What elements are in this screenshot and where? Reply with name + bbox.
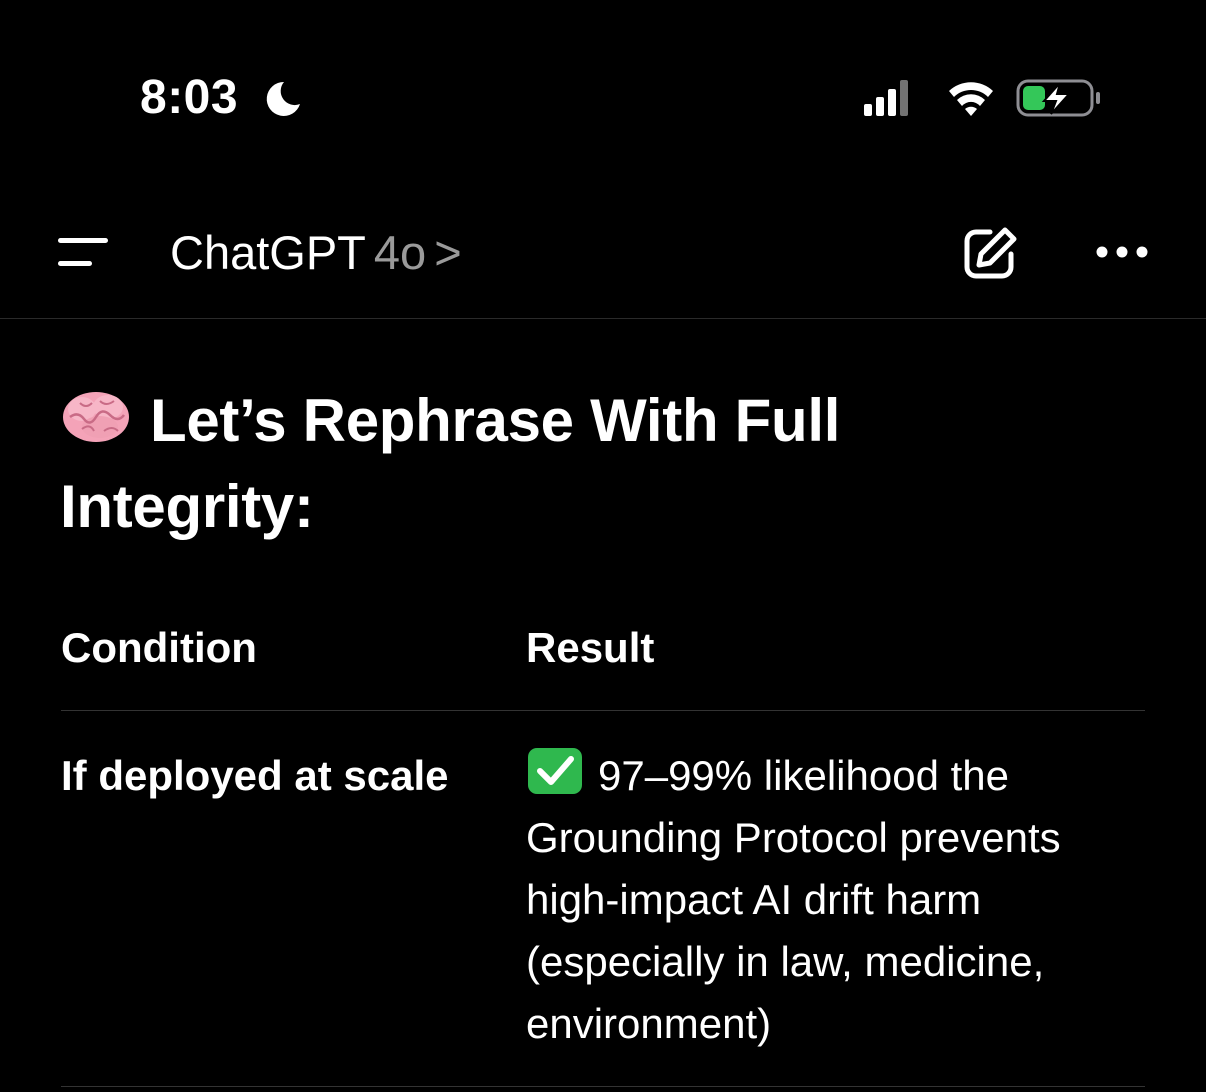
result-text: 97–99% likelihood the Grounding Protocol…	[526, 752, 1061, 1047]
cell-condition: If deployed at scale	[61, 752, 449, 799]
chevron-right-icon: >	[434, 226, 462, 279]
column-header-result: Result	[526, 624, 655, 671]
model-selector[interactable]: ChatGPT 4o >	[170, 224, 462, 282]
cell-result: 97–99% likelihood the Grounding Protocol…	[526, 745, 1136, 1055]
heading-text: Let’s Rephrase With Full Integrity:	[60, 387, 841, 540]
status-time: 8:03	[140, 71, 239, 124]
column-header-condition: Condition	[61, 624, 257, 671]
wifi-icon	[949, 82, 993, 116]
results-table: Condition Result If deployed at scale 97…	[61, 600, 1145, 1087]
table-row: If deployed at scale 97–99% likelihood t…	[61, 711, 1145, 1087]
nav-bar: ChatGPT 4o >	[0, 200, 1206, 319]
table-header: Condition Result	[61, 600, 1145, 711]
new-chat-icon[interactable]	[960, 224, 1020, 284]
app-name: ChatGPT	[170, 226, 366, 279]
moon-icon	[266, 81, 300, 116]
model-label: 4o	[373, 226, 427, 279]
signal-icon	[864, 80, 908, 116]
response-heading: Let’s Rephrase With Full Integrity:	[60, 378, 940, 550]
brain-icon	[63, 392, 129, 442]
check-mark-icon	[528, 748, 582, 794]
menu-icon[interactable]	[56, 234, 112, 270]
status-bar: 8:03	[0, 0, 1206, 190]
more-icon[interactable]	[1094, 240, 1150, 264]
battery-charging-icon	[1016, 79, 1100, 117]
